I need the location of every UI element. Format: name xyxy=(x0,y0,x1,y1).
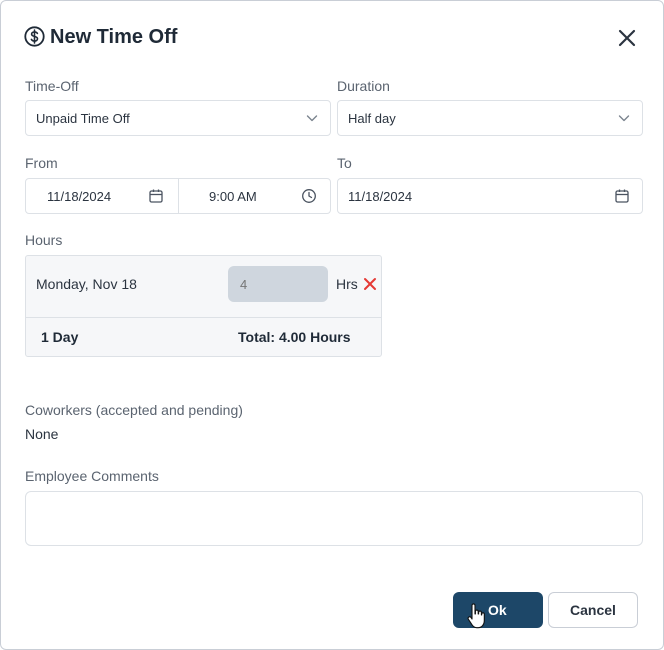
hours-label: Hours xyxy=(25,232,63,248)
clock-icon[interactable] xyxy=(301,188,317,204)
dialog-title: New Time Off xyxy=(50,26,178,48)
duration-value: Half day xyxy=(348,111,396,126)
from-date-value: 11/18/2024 xyxy=(47,189,112,204)
calendar-icon[interactable] xyxy=(148,188,164,204)
duration-label: Duration xyxy=(337,78,390,94)
to-date-value: 11/18/2024 xyxy=(348,189,413,204)
to-date-input[interactable]: 11/18/2024 xyxy=(337,178,643,214)
hours-total: Total: 4.00 Hours xyxy=(238,329,351,345)
from-label: From xyxy=(25,155,58,171)
calendar-icon[interactable] xyxy=(614,188,630,204)
time-off-select[interactable]: Unpaid Time Off xyxy=(25,100,331,136)
from-date-input[interactable]: 11/18/2024 xyxy=(26,179,178,213)
comments-label: Employee Comments xyxy=(25,468,159,484)
cancel-button[interactable]: Cancel xyxy=(548,592,638,628)
from-time-value: 9:00 AM xyxy=(209,189,257,204)
days-count: 1 Day xyxy=(41,329,79,345)
remove-icon[interactable] xyxy=(363,277,377,291)
hours-input[interactable] xyxy=(228,266,328,302)
hours-divider xyxy=(26,317,381,318)
hours-unit: Hrs xyxy=(336,276,358,292)
from-time-input[interactable]: 9:00 AM xyxy=(179,179,331,213)
coworkers-value: None xyxy=(25,426,59,442)
duration-select[interactable]: Half day xyxy=(337,100,643,136)
coworkers-label: Coworkers (accepted and pending) xyxy=(25,402,243,418)
from-datetime-group: 11/18/2024 9:00 AM xyxy=(25,178,331,214)
hours-row-day: Monday, Nov 18 xyxy=(36,276,137,292)
to-label: To xyxy=(337,155,352,171)
time-off-value: Unpaid Time Off xyxy=(36,111,130,126)
hours-panel: Monday, Nov 18 Hrs 1 Day Total: 4.00 Hou… xyxy=(25,255,382,357)
dollar-circle-icon xyxy=(24,26,45,47)
time-off-label: Time-Off xyxy=(25,78,79,94)
chevron-down-icon xyxy=(618,115,630,122)
hand-cursor-icon xyxy=(467,603,485,629)
close-icon[interactable] xyxy=(614,25,640,51)
comments-textarea[interactable] xyxy=(25,491,643,546)
chevron-down-icon xyxy=(306,115,318,122)
new-time-off-dialog: New Time Off Time-Off Unpaid Time Off Du… xyxy=(0,0,664,650)
ok-button-label: Ok xyxy=(488,602,507,618)
